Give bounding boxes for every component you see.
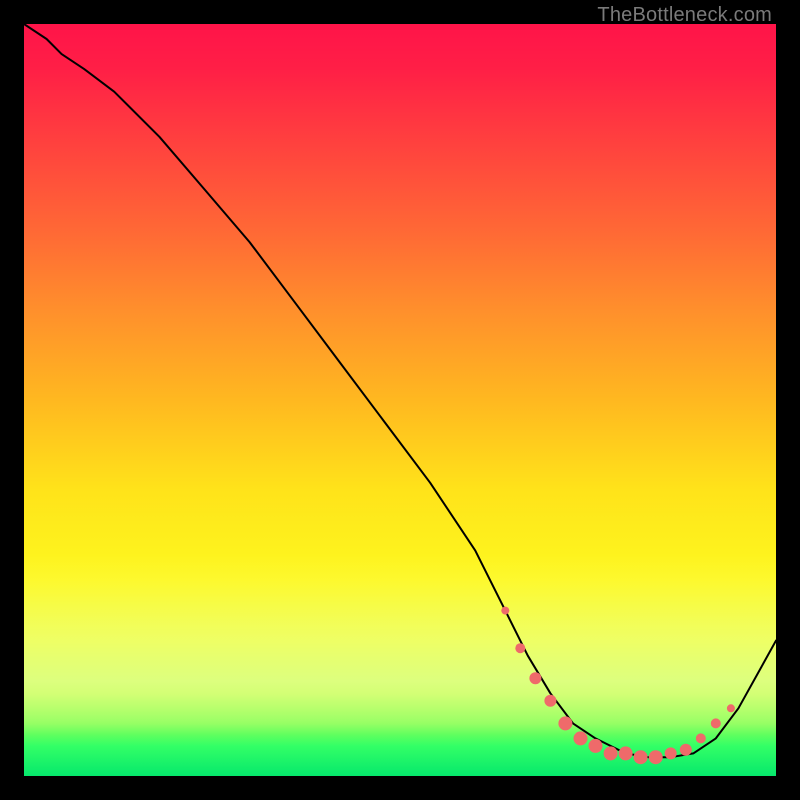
curve-marker (649, 750, 663, 764)
plot-area (24, 24, 776, 776)
curve-marker (589, 739, 603, 753)
curve-marker (529, 672, 541, 684)
curve-marker (604, 746, 618, 760)
curve-marker (696, 733, 706, 743)
curve-layer (24, 24, 776, 776)
curve-marker (574, 731, 588, 745)
curve-marker (634, 750, 648, 764)
curve-marker (501, 607, 509, 615)
curve-marker (619, 746, 633, 760)
bottleneck-curve (24, 24, 776, 757)
curve-marker (665, 747, 677, 759)
chart-stage: TheBottleneck.com (0, 0, 800, 800)
curve-marker (544, 695, 556, 707)
curve-marker (727, 704, 735, 712)
curve-marker (711, 718, 721, 728)
marker-group (501, 607, 735, 765)
curve-marker (515, 643, 525, 653)
watermark-text: TheBottleneck.com (597, 4, 772, 27)
curve-marker (680, 744, 692, 756)
curve-marker (558, 716, 572, 730)
